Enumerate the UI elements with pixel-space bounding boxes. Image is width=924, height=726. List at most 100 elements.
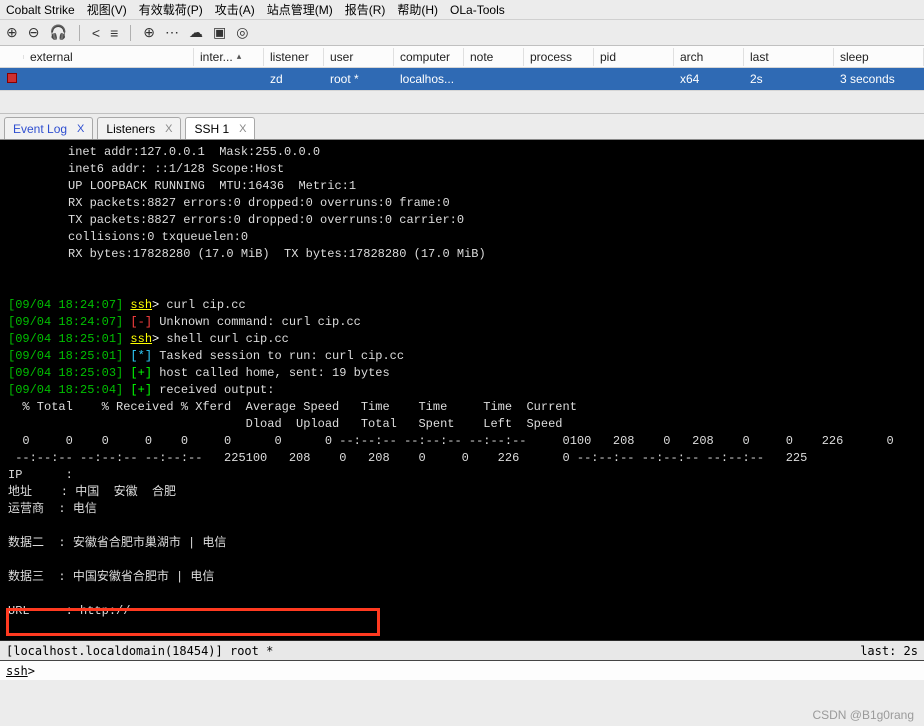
toolbar-separator [130, 25, 131, 41]
menu-bar: Cobalt Strike 视图(V) 有效载荷(P) 攻击(A) 站点管理(M… [0, 0, 924, 20]
status-left: [localhost.localdomain(18454)] root * [6, 644, 273, 658]
prompt-tag: ssh [130, 332, 152, 346]
col-icon-header[interactable] [0, 55, 24, 59]
beacon-icon [7, 73, 17, 83]
target-sleep: 3 seconds [834, 70, 924, 88]
tab-label: Listeners [106, 122, 155, 136]
col-process-header[interactable]: process [524, 48, 594, 66]
output-text: Unknown command: curl cip.cc [152, 315, 361, 329]
output-text: received output: [152, 383, 274, 397]
ifconfig-output: inet addr:127.0.0.1 Mask:255.0.0.0 inet6… [8, 144, 916, 263]
col-internal-header[interactable]: inter... [194, 48, 264, 66]
menu-report[interactable]: 报告(R) [345, 1, 386, 18]
toolbar: ⊕ ⊖ 🎧 < ≡ ⊕ ⋯ ☁ ▣ ◎ [0, 20, 924, 46]
splitter-area[interactable] [0, 90, 924, 114]
menu-sitemgmt[interactable]: 站点管理(M) [267, 1, 333, 18]
target-note [464, 77, 524, 81]
tabs-row: Event Log X Listeners X SSH 1 X [0, 114, 924, 140]
col-sleep-header[interactable]: sleep [834, 48, 924, 66]
target-last: 2s [744, 70, 834, 88]
target-listener: zd [264, 70, 324, 88]
targets-header: external inter... listener user computer… [0, 46, 924, 68]
data2-value: 安徽省合肥市巢湖市 | 电信 [73, 536, 227, 550]
menu-cobaltstrike[interactable]: Cobalt Strike [6, 3, 75, 17]
headset-icon[interactable]: 🎧 [49, 24, 66, 41]
menu-attacks[interactable]: 攻击(A) [215, 1, 255, 18]
target-arch: x64 [674, 70, 744, 88]
target-process [524, 77, 594, 81]
status-right: last: 2s [860, 644, 918, 658]
target-external [24, 77, 194, 81]
menu-ola-tools[interactable]: OLa-Tools [450, 3, 505, 17]
tab-listeners[interactable]: Listeners X [97, 117, 181, 139]
prompt-bar[interactable]: ssh> [0, 660, 924, 680]
tab-label: SSH 1 [194, 122, 229, 136]
col-arch-header[interactable]: arch [674, 48, 744, 66]
data2-label: 数据二 : [8, 536, 73, 550]
output-text: host called home, sent: 19 bytes [152, 366, 390, 380]
menu-help[interactable]: 帮助(H) [397, 1, 438, 18]
timestamp: [09/04 18:24:07] [8, 315, 123, 329]
close-icon[interactable]: X [77, 123, 84, 135]
prompt-tag: ssh [130, 298, 152, 312]
target-internal [194, 77, 264, 81]
menu-payloads[interactable]: 有效载荷(P) [139, 1, 203, 18]
target-icon[interactable]: ◎ [236, 24, 248, 41]
command-text: shell curl cip.cc [159, 332, 289, 346]
timestamp: [09/04 18:25:01] [8, 349, 123, 363]
data3-label: 数据三 : [8, 570, 73, 584]
highlight-box [6, 608, 380, 636]
prompt-sep: > [28, 664, 35, 678]
toolbar-separator [79, 25, 80, 41]
addr-value: 中国 安徽 合肥 [75, 485, 176, 499]
target-user: root * [324, 70, 394, 88]
timestamp: [09/04 18:24:07] [8, 298, 123, 312]
timestamp: [09/04 18:25:03] [8, 366, 123, 380]
tab-label: Event Log [13, 122, 67, 136]
output-text: Tasked session to run: curl cip.cc [152, 349, 404, 363]
col-note-header[interactable]: note [464, 48, 524, 66]
cloud-icon[interactable]: ☁ [189, 24, 203, 41]
globe-icon[interactable]: ⊕ [143, 24, 155, 41]
info-tag: [*] [130, 349, 152, 363]
plus-icon[interactable]: ⊕ [6, 24, 18, 41]
target-computer: localhos... [394, 70, 464, 88]
success-tag: [+] [130, 383, 152, 397]
timestamp: [09/04 18:25:04] [8, 383, 123, 397]
col-computer-header[interactable]: computer [394, 48, 464, 66]
col-user-header[interactable]: user [324, 48, 394, 66]
status-bar: [localhost.localdomain(18454)] root * la… [0, 640, 924, 660]
ssh-console[interactable]: inet addr:127.0.0.1 Mask:255.0.0.0 inet6… [0, 140, 924, 640]
timestamp: [09/04 18:25:01] [8, 332, 123, 346]
data3-value: 中国安徽省合肥市 | 电信 [73, 570, 215, 584]
error-tag: [-] [130, 315, 152, 329]
curl-progress-header: Dload Upload Total Spent Left Speed [8, 417, 563, 431]
close-icon[interactable]: X [165, 123, 172, 135]
menu-view[interactable]: 视图(V) [87, 1, 127, 18]
addr-label: 地址 : [8, 485, 75, 499]
col-last-header[interactable]: last [744, 48, 834, 66]
target-row[interactable]: zd root * localhos... x64 2s 3 seconds [0, 68, 924, 90]
curl-progress-row: --:--:-- --:--:-- --:--:-- 225100 208 0 … [8, 451, 807, 465]
curl-progress-row: 0 0 0 0 0 0 0 0 --:--:-- --:--:-- --:--:… [8, 434, 894, 448]
kebab-icon[interactable]: ⋯ [165, 24, 179, 41]
ip-label: IP : [8, 468, 80, 482]
watermark: CSDN @B1g0rang [812, 708, 914, 722]
col-listener-header[interactable]: listener [264, 48, 324, 66]
target-pid [594, 77, 674, 81]
command-text: curl cip.cc [159, 298, 245, 312]
tab-ssh[interactable]: SSH 1 X [185, 117, 255, 139]
minus-circle-icon[interactable]: ⊖ [28, 24, 40, 41]
list-icon[interactable]: ≡ [110, 25, 118, 41]
square-icon[interactable]: ▣ [213, 24, 226, 41]
share-icon[interactable]: < [92, 25, 100, 41]
isp-value: 电信 [73, 502, 97, 516]
col-external-header[interactable]: external [24, 48, 194, 66]
isp-label: 运营商 : [8, 502, 73, 516]
close-icon[interactable]: X [239, 123, 246, 135]
curl-progress-header: % Total % Received % Xferd Average Speed… [8, 400, 577, 414]
prompt-label: ssh [6, 664, 28, 678]
tab-event-log[interactable]: Event Log X [4, 117, 93, 139]
success-tag: [+] [130, 366, 152, 380]
col-pid-header[interactable]: pid [594, 48, 674, 66]
